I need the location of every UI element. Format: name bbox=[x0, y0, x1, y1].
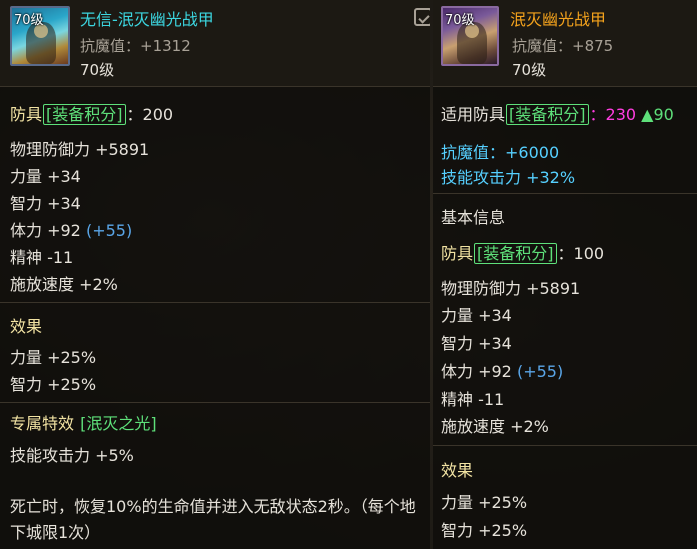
stat-line: 施放速度 +2% bbox=[441, 417, 549, 436]
stat-line: 体力 +92 (+55) bbox=[10, 217, 132, 241]
base-info-title: 基本信息 bbox=[441, 208, 506, 227]
equipment-score-value: 200 bbox=[142, 105, 174, 124]
armor-label: 防具 bbox=[10, 105, 43, 124]
stat-line: 施放速度 +2% bbox=[10, 275, 118, 294]
divider bbox=[433, 193, 697, 194]
equipment-score-label: [装备积分] bbox=[506, 104, 589, 125]
divider bbox=[0, 402, 430, 403]
score-increase: ▲90 bbox=[641, 105, 674, 124]
special-effect-description: 死亡时，恢复10%的生命值并进入无敌状态2秒。（每个地下城限1次） bbox=[10, 497, 416, 542]
stat-line: 精神 -11 bbox=[441, 390, 505, 409]
effect-line: 智力 +25% bbox=[441, 521, 528, 540]
score-separator: ： bbox=[589, 105, 606, 124]
special-effect-name: [泯灭之光] bbox=[80, 414, 157, 433]
bonus-line: 抗魔值：+6000 bbox=[441, 143, 560, 162]
special-effect-title-row: 专属特效 [泯灭之光] bbox=[10, 410, 158, 434]
equipment-score-row: 防具 [装备积分] ：200 bbox=[10, 101, 173, 125]
stat-line: 物理防御力 +5891 bbox=[10, 140, 150, 159]
special-effect-title: 专属特效 bbox=[10, 414, 75, 433]
equipment-score-value: 100 bbox=[573, 244, 605, 263]
applicable-armor-label: 适用防具 bbox=[441, 105, 506, 124]
stat-line: 智力 +34 bbox=[10, 194, 81, 213]
score-separator: ： bbox=[126, 105, 143, 124]
tooltip-header: 70级 无信-泯灭幽光战甲 抗魔值：+1312 70级 bbox=[0, 0, 430, 87]
special-effect-line: 技能攻击力 +5% bbox=[10, 446, 134, 465]
compare-icon[interactable] bbox=[414, 8, 430, 26]
effect-line: 力量 +25% bbox=[441, 493, 528, 512]
effect-line: 智力 +25% bbox=[10, 375, 97, 394]
stat-line: 精神 -11 bbox=[10, 248, 74, 267]
effect-title: 效果 bbox=[441, 461, 474, 480]
stat-text: 体力 +92 bbox=[10, 221, 81, 240]
item-name: 泯灭幽光战甲 bbox=[510, 10, 607, 29]
divider bbox=[433, 445, 697, 446]
level-badge: 70级 bbox=[445, 13, 475, 28]
stat-text: 体力 +92 bbox=[441, 362, 512, 381]
divider bbox=[0, 302, 430, 303]
level-badge: 70级 bbox=[14, 13, 44, 28]
stat-line: 体力 +92 (+55) bbox=[441, 358, 563, 382]
equipped-item-tooltip: 70级 无信-泯灭幽光战甲 抗魔值：+1312 70级 防具 [装备积分] ：200… bbox=[0, 0, 430, 549]
effect-line: 力量 +25% bbox=[10, 348, 97, 367]
stat-bonus: (+55) bbox=[516, 362, 564, 381]
equipment-score-row: 防具 [装备积分] ：100 bbox=[441, 240, 604, 264]
stat-line: 力量 +34 bbox=[10, 167, 81, 186]
item-level: 70级 bbox=[80, 61, 115, 79]
stat-bonus: (+55) bbox=[85, 221, 133, 240]
equipment-score-row: 适用防具 [装备积分] ：230 ▲90 bbox=[441, 101, 674, 125]
item-armor-icon[interactable]: 70级 bbox=[441, 6, 499, 66]
armor-label: 防具 bbox=[441, 244, 474, 263]
score-separator: ： bbox=[557, 244, 574, 263]
magic-resist-value: 抗魔值：+1312 bbox=[80, 37, 191, 55]
equipment-score-value: 230 bbox=[605, 105, 637, 124]
stat-line: 力量 +34 bbox=[441, 306, 512, 325]
equipment-score-label: [装备积分] bbox=[43, 104, 126, 125]
item-armor-icon[interactable]: 70级 bbox=[10, 6, 70, 66]
magic-resist-value: 抗魔值：+875 bbox=[512, 37, 614, 55]
stat-line: 智力 +34 bbox=[441, 334, 512, 353]
item-level: 70级 bbox=[512, 61, 547, 79]
effect-title: 效果 bbox=[10, 317, 43, 336]
stat-line: 物理防御力 +5891 bbox=[441, 279, 581, 298]
item-name: 无信-泯灭幽光战甲 bbox=[80, 10, 214, 29]
equipment-score-label: [装备积分] bbox=[474, 243, 557, 264]
bonus-line: 技能攻击力 +32% bbox=[441, 168, 576, 187]
compare-item-tooltip: 70级 泯灭幽光战甲 抗魔值：+875 70级 适用防具 [装备积分] ：230 ▲… bbox=[433, 0, 697, 549]
tooltip-header: 70级 泯灭幽光战甲 抗魔值：+875 70级 bbox=[433, 0, 697, 87]
